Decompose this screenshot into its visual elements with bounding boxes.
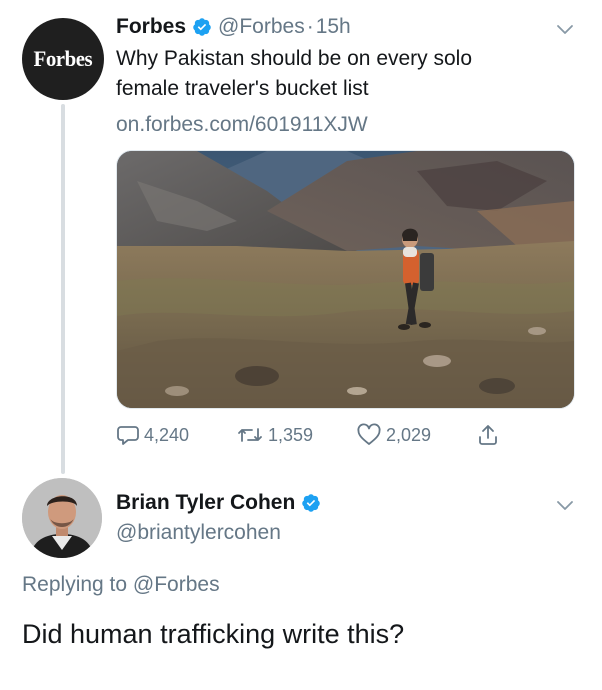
heart-icon [357, 423, 381, 445]
comment-icon [117, 426, 139, 445]
reply-author-handle[interactable]: @briantylercohen [116, 518, 281, 548]
verified-badge-icon [193, 18, 211, 36]
chevron-down-icon[interactable] [556, 24, 574, 36]
landscape-photo-illustration [117, 151, 574, 408]
avatar-logo-text: Forbes [33, 46, 93, 71]
tweet-link[interactable]: on.forbes.com/601911XJW [116, 110, 368, 140]
reply-author-row: Brian Tyler Cohen [116, 488, 327, 518]
retweet-action[interactable]: 1,359 [236, 420, 313, 450]
share-icon [479, 425, 497, 445]
reply-count: 4,240 [144, 424, 190, 445]
replying-to-mention[interactable]: @Forbes [133, 573, 220, 596]
tweet-actions: 4,240 1,359 2,029 [116, 420, 556, 450]
replying-to-label: Replying to [22, 573, 128, 596]
share-action[interactable] [476, 420, 504, 450]
chevron-down-icon[interactable] [556, 500, 574, 512]
tweet-header: Forbes @Forbes · 15h [116, 12, 351, 42]
tweet-text-line: female traveler's bucket list [116, 77, 369, 100]
tweet-timestamp[interactable]: 15h [316, 15, 351, 39]
profile-photo-illustration [22, 478, 102, 558]
thread-connector-line [61, 104, 65, 474]
author-handle[interactable]: @Forbes [218, 15, 305, 39]
retweet-icon [238, 428, 262, 442]
replying-to-line: Replying to @Forbes [22, 570, 220, 600]
like-action[interactable]: 2,029 [356, 420, 431, 450]
retweet-count: 1,359 [268, 424, 314, 445]
reply-action[interactable]: 4,240 [116, 420, 189, 450]
separator-dot: · [306, 15, 314, 38]
reply-author-name[interactable]: Brian Tyler Cohen [116, 491, 295, 515]
forbes-avatar[interactable]: Forbes [22, 18, 104, 100]
tweet-photo[interactable] [116, 150, 575, 409]
brian-avatar[interactable] [22, 478, 102, 558]
author-name[interactable]: Forbes [116, 15, 186, 39]
tweet-text: Why Pakistan should be on every solo fem… [116, 44, 556, 104]
verified-badge-icon [302, 494, 321, 512]
tweet-text-line: Why Pakistan should be on every solo [116, 47, 473, 70]
reply-text: Did human trafficking write this? [22, 619, 405, 649]
like-count: 2,029 [386, 424, 432, 445]
